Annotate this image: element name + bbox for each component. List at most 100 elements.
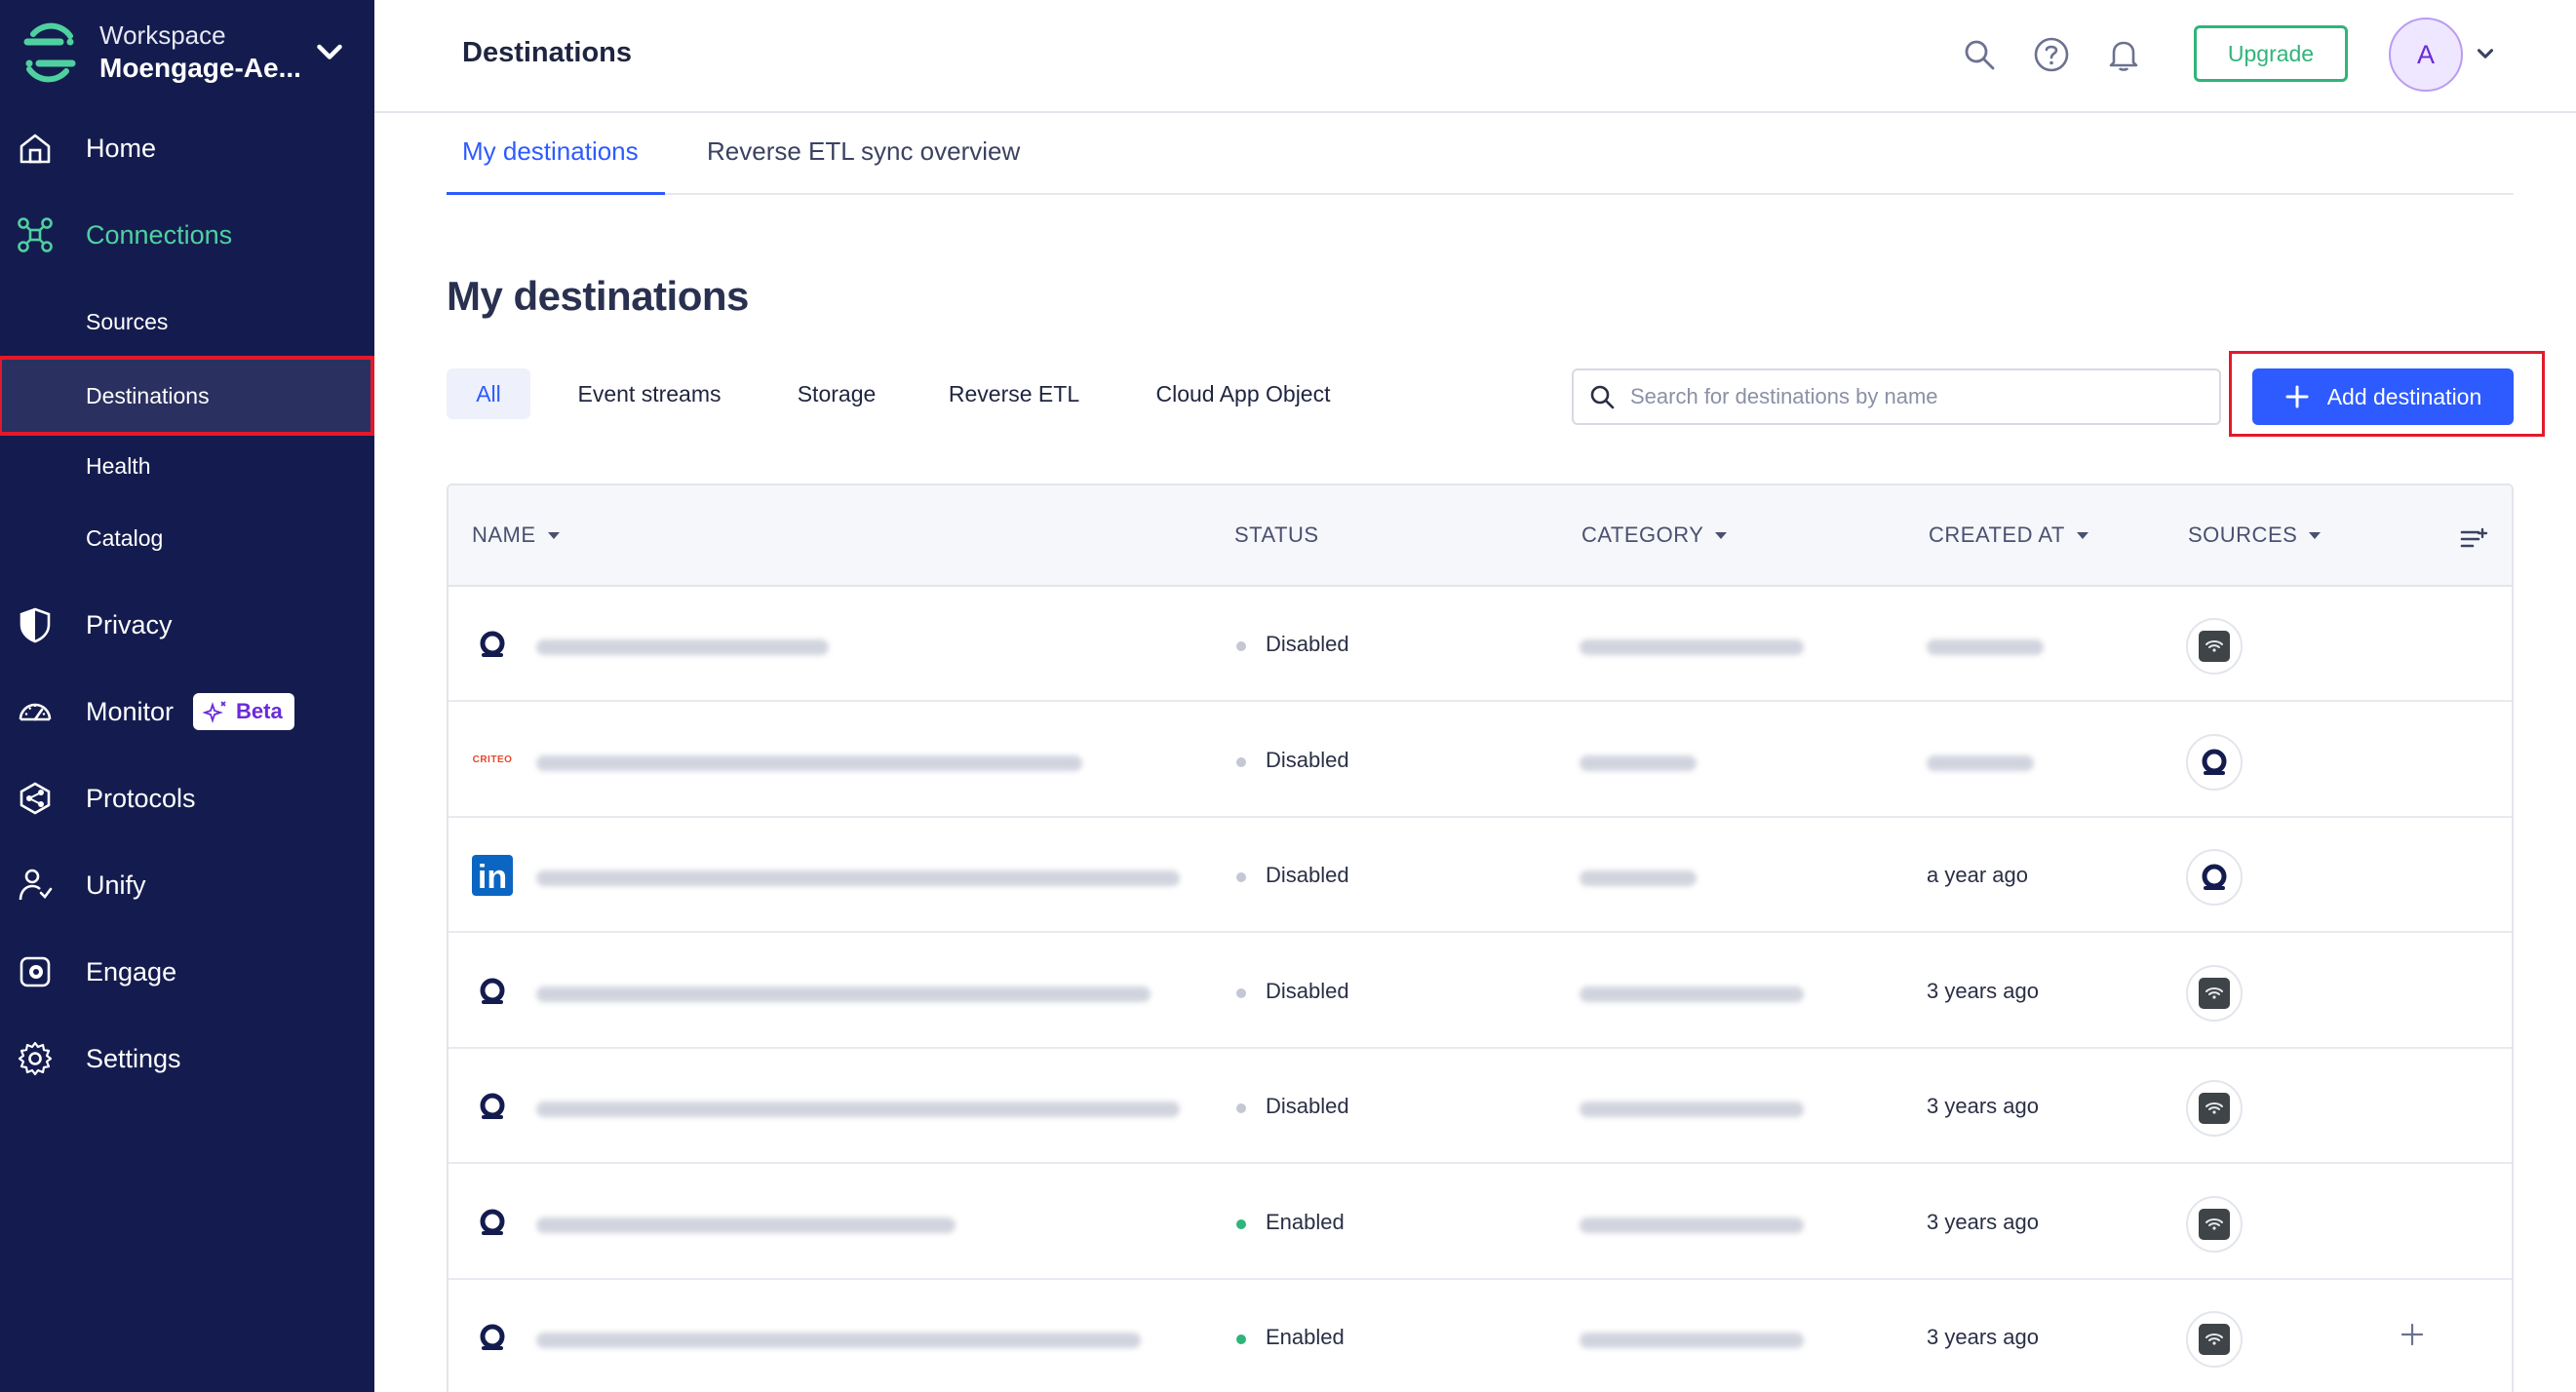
category-redacted xyxy=(1580,639,1804,655)
section-title: My destinations xyxy=(447,273,749,319)
home-icon xyxy=(20,134,51,164)
sidebar-item-unify[interactable]: Unify xyxy=(0,851,374,919)
column-header-label: CREATED AT xyxy=(1929,522,2065,547)
table-row[interactable]: Enabled 3 years ago xyxy=(449,1280,2512,1392)
category-redacted xyxy=(1580,870,1697,886)
tab-my-destinations[interactable]: My destinations xyxy=(447,136,665,195)
created-at-redacted xyxy=(1927,639,2044,655)
filter-cloud-app-object[interactable]: Cloud App Object xyxy=(1139,368,1347,419)
shield-icon xyxy=(20,607,51,643)
table-row[interactable]: Disabled xyxy=(449,587,2512,702)
table-row[interactable]: in Disabled a year ago xyxy=(449,818,2512,933)
source-badge[interactable] xyxy=(2186,1195,2243,1253)
sidebar-subitem-destinations[interactable]: Destinations xyxy=(0,356,374,436)
workspace-text: Workspace Moengage-Ae... xyxy=(99,19,301,86)
chevron-down-icon[interactable] xyxy=(2473,41,2498,66)
destination-name-redacted[interactable] xyxy=(536,639,829,655)
status-dot-icon xyxy=(1236,641,1246,651)
destination-name-redacted[interactable] xyxy=(536,986,1151,1002)
category-redacted xyxy=(1580,986,1804,1002)
sidebar-item-engage[interactable]: Engage xyxy=(0,938,374,1006)
column-header-created-at[interactable]: CREATED AT xyxy=(1929,522,2088,548)
sidebar-item-label: Monitor xyxy=(86,696,175,726)
sidebar-item-settings[interactable]: Settings xyxy=(0,1025,374,1093)
destination-name-redacted[interactable] xyxy=(536,754,1082,771)
destination-name-redacted[interactable] xyxy=(536,1102,1180,1117)
filter-reverse-etl[interactable]: Reverse ETL xyxy=(936,368,1092,419)
criteo-logo: CRITEO xyxy=(472,740,513,781)
sidebar-item-privacy[interactable]: Privacy xyxy=(0,591,374,659)
source-badge[interactable] xyxy=(2186,1080,2243,1137)
column-header-category[interactable]: CATEGORY xyxy=(1581,522,1728,548)
http-api-icon xyxy=(2199,1324,2230,1355)
sidebar-item-connections[interactable]: Connections xyxy=(0,201,374,269)
moengage-icon xyxy=(2202,864,2227,890)
status-text: Disabled xyxy=(1266,863,1349,887)
status-text: Enabled xyxy=(1266,1325,1345,1349)
gauge-icon xyxy=(19,703,52,721)
table-row[interactable]: Disabled 3 years ago xyxy=(449,933,2512,1049)
status-dot-icon xyxy=(1236,1103,1246,1113)
created-at-text: 3 years ago xyxy=(1927,978,2039,1003)
table-header: NAME STATUS CATEGORY CREATED AT SOURCES xyxy=(449,485,2512,587)
help-icon[interactable] xyxy=(2032,35,2071,74)
bell-icon[interactable] xyxy=(2104,35,2143,74)
filter-storage[interactable]: Storage xyxy=(780,368,893,419)
table-row[interactable]: Disabled 3 years ago xyxy=(449,1049,2512,1164)
sidebar-subitem-catalog[interactable]: Catalog xyxy=(0,504,374,572)
chevron-down-icon[interactable] xyxy=(312,35,347,70)
table-row[interactable]: CRITEO Disabled xyxy=(449,702,2512,818)
moengage-logo xyxy=(472,1317,513,1358)
filter-all[interactable]: All xyxy=(447,368,530,419)
sparkle-icon xyxy=(203,701,226,723)
search-icon xyxy=(1590,385,1615,409)
created-at-text: 3 years ago xyxy=(1927,1209,2039,1234)
criteo-logo-text: CRITEO xyxy=(472,754,513,765)
workspace-switcher[interactable]: Workspace Moengage-Ae... xyxy=(20,14,355,92)
search-icon[interactable] xyxy=(1960,35,1999,74)
column-header-label: NAME xyxy=(472,522,536,547)
category-redacted xyxy=(1580,1102,1804,1117)
sort-caret-icon xyxy=(2076,531,2088,539)
filter-event-streams[interactable]: Event streams xyxy=(560,368,739,419)
segment-logo-icon xyxy=(23,22,76,83)
table-row[interactable]: Enabled 3 years ago xyxy=(449,1164,2512,1280)
sidebar-item-protocols[interactable]: Protocols xyxy=(0,764,374,832)
destination-name-redacted[interactable] xyxy=(536,870,1180,886)
source-badge[interactable] xyxy=(2186,964,2243,1022)
destination-name-redacted[interactable] xyxy=(536,1333,1141,1348)
tab-reverse-etl-overview[interactable]: Reverse ETL sync overview xyxy=(707,136,1020,195)
sidebar-item-home[interactable]: Home xyxy=(0,114,374,182)
http-api-icon xyxy=(2199,1093,2230,1124)
unify-icon xyxy=(19,869,53,901)
source-badge[interactable] xyxy=(2186,618,2243,675)
search-input[interactable] xyxy=(1630,384,2196,409)
add-destination-button[interactable]: Add destination xyxy=(2252,368,2514,425)
sidebar-subitem-sources[interactable]: Sources xyxy=(0,288,374,356)
column-header-name[interactable]: NAME xyxy=(472,522,560,548)
column-header-sources[interactable]: SOURCES xyxy=(2188,522,2322,548)
source-badge[interactable] xyxy=(2186,733,2243,791)
source-badge[interactable] xyxy=(2186,849,2243,906)
destinations-table: NAME STATUS CATEGORY CREATED AT SOURCES … xyxy=(447,483,2514,1392)
linkedin-logo: in xyxy=(472,855,513,896)
sidebar-subitem-health[interactable]: Health xyxy=(0,432,374,500)
destination-name-redacted[interactable] xyxy=(536,1217,956,1233)
avatar[interactable]: A xyxy=(2389,18,2463,92)
workspace-name: Moengage-Ae... xyxy=(99,53,301,83)
moengage-logo xyxy=(472,971,513,1012)
plus-icon[interactable] xyxy=(2399,1321,2426,1348)
beta-badge: Beta xyxy=(193,693,294,730)
category-redacted xyxy=(1580,1217,1804,1233)
upgrade-button[interactable]: Upgrade xyxy=(2194,25,2348,82)
sidebar-subitem-label: Destinations xyxy=(86,382,210,408)
sidebar-item-monitor[interactable]: Monitor Beta xyxy=(0,677,374,746)
column-header-label: STATUS xyxy=(1234,522,1319,547)
gear-icon xyxy=(18,1041,53,1076)
moengage-icon xyxy=(2202,749,2227,775)
moengage-logo xyxy=(472,1202,513,1243)
source-badge[interactable] xyxy=(2186,1311,2243,1368)
moengage-icon xyxy=(480,1093,505,1119)
column-settings-icon[interactable] xyxy=(2459,524,2488,554)
page-title: Destinations xyxy=(462,37,633,68)
